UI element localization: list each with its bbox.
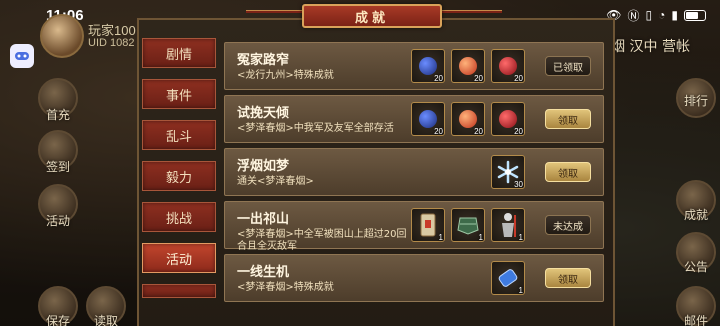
dialog-title: 成就	[302, 4, 442, 28]
achievement-card: 一线生机 <梦泽春烟>特殊成就 1 领取	[224, 254, 604, 302]
red-gem-icon	[499, 57, 517, 75]
claim-button[interactable]: 领取	[545, 162, 591, 182]
tab-story[interactable]: 剧情	[142, 38, 216, 68]
achievement-desc: <龙行九州>特殊成就	[237, 70, 334, 81]
reward-slot[interactable]: 1	[491, 208, 525, 242]
achievement-card: 冤家路窄 <龙行九州>特殊成就 20 20 20 已领取	[224, 42, 604, 90]
location-label: 烟 汉中 营帐	[611, 39, 690, 55]
achievement-desc: 通关<梦泽春烟>	[237, 176, 314, 187]
reward-count: 1	[438, 233, 443, 242]
tab-brawl[interactable]: 乱斗	[142, 120, 216, 150]
blue-potion-icon	[498, 269, 518, 287]
gamepad-icon[interactable]	[10, 44, 34, 68]
reward-slot[interactable]: 20	[411, 49, 445, 83]
red-gem-icon	[499, 110, 517, 128]
claim-button[interactable]: 领取	[545, 109, 591, 129]
banner-wing-left	[246, 10, 302, 13]
reward-slot[interactable]: 20	[491, 102, 525, 136]
side-left-label: 保存	[45, 314, 70, 326]
blueberry-icon	[419, 57, 437, 75]
tab-event[interactable]: 事件	[142, 79, 216, 109]
tab-activity[interactable]: 活动	[142, 243, 216, 273]
peach-icon	[459, 110, 477, 128]
reward-count: 1	[518, 286, 523, 295]
reward-count: 20	[514, 127, 523, 136]
reward-count: 20	[474, 74, 483, 83]
not-achieved-button: 未达成	[545, 215, 591, 235]
reward-count: 1	[518, 233, 523, 242]
reward-slot[interactable]: 1	[451, 208, 485, 242]
wifi-icon: ◔	[658, 8, 666, 22]
reward-slot[interactable]: 1	[491, 261, 525, 295]
reward-slot[interactable]: 20	[491, 49, 525, 83]
achievement-desc: <梦泽春烟>特殊成就	[237, 282, 334, 293]
tab-challenge[interactable]: 挑战	[142, 202, 216, 232]
tab-more[interactable]	[142, 284, 216, 298]
reward-count: 20	[514, 74, 523, 83]
scroll-icon	[420, 213, 436, 237]
warrior-icon	[502, 213, 516, 237]
reward-count: 20	[434, 74, 443, 83]
side-right-label: 排行	[683, 94, 708, 108]
tab-perseverance[interactable]: 毅力	[142, 161, 216, 191]
side-left-label: 首充	[45, 108, 70, 122]
signal-icon: ▮	[671, 8, 678, 22]
achievement-desc: <梦泽春烟>中我军及友军全部存活	[237, 123, 394, 134]
player-avatar[interactable]	[40, 14, 84, 58]
side-left-label: 活动	[45, 214, 70, 228]
achievement-card: 浮烟如梦 通关<梦泽春烟> 30 领取	[224, 148, 604, 196]
reward-slot[interactable]: 1	[411, 208, 445, 242]
side-right-label: 成就	[683, 208, 708, 222]
reward-slot[interactable]: 20	[451, 102, 485, 136]
achievement-card: 试挽天倾 <梦泽春烟>中我军及友军全部存活 20 20 20 领取	[224, 95, 604, 143]
achievement-title: 一线生机	[237, 265, 290, 280]
battery-icon	[684, 9, 706, 21]
achievement-title: 浮烟如梦	[237, 159, 290, 174]
side-left-label: 读取	[93, 314, 118, 326]
reward-slot[interactable]: 30	[491, 155, 525, 189]
reward-slot[interactable]: 20	[411, 102, 445, 136]
side-right-label: 公告	[683, 260, 708, 274]
achievement-desc: <梦泽春烟>中全军被困山上超过20回合且全灭敌军	[237, 229, 407, 252]
achievement-card: 一出祁山 <梦泽春烟>中全军被困山上超过20回合且全灭敌军 1 1 1 未达成	[224, 201, 604, 252]
side-left-label: 签到	[45, 160, 70, 174]
armor-icon	[457, 217, 479, 235]
claim-button[interactable]: 领取	[545, 268, 591, 288]
blueberry-icon	[419, 110, 437, 128]
status-icons: 👁 Ⓝ ▯ ◔ ▮	[606, 7, 706, 24]
reward-count: 20	[474, 127, 483, 136]
claimed-button[interactable]: 已领取	[545, 56, 591, 76]
achievement-title: 一出祁山	[237, 212, 290, 227]
reward-slot[interactable]: 20	[451, 49, 485, 83]
player-uid: UID 1082	[88, 37, 135, 49]
achievement-title: 试挽天倾	[237, 106, 290, 121]
reward-count: 30	[514, 180, 523, 189]
side-right-label: 邮件	[683, 314, 708, 326]
achievement-title: 冤家路窄	[237, 53, 290, 68]
reward-count: 1	[478, 233, 483, 242]
reward-count: 20	[434, 127, 443, 136]
banner-wing-right	[442, 10, 502, 13]
vibrate-icon: ▯	[645, 8, 653, 22]
nfc-icon: Ⓝ	[627, 8, 640, 23]
peach-icon	[459, 57, 477, 75]
